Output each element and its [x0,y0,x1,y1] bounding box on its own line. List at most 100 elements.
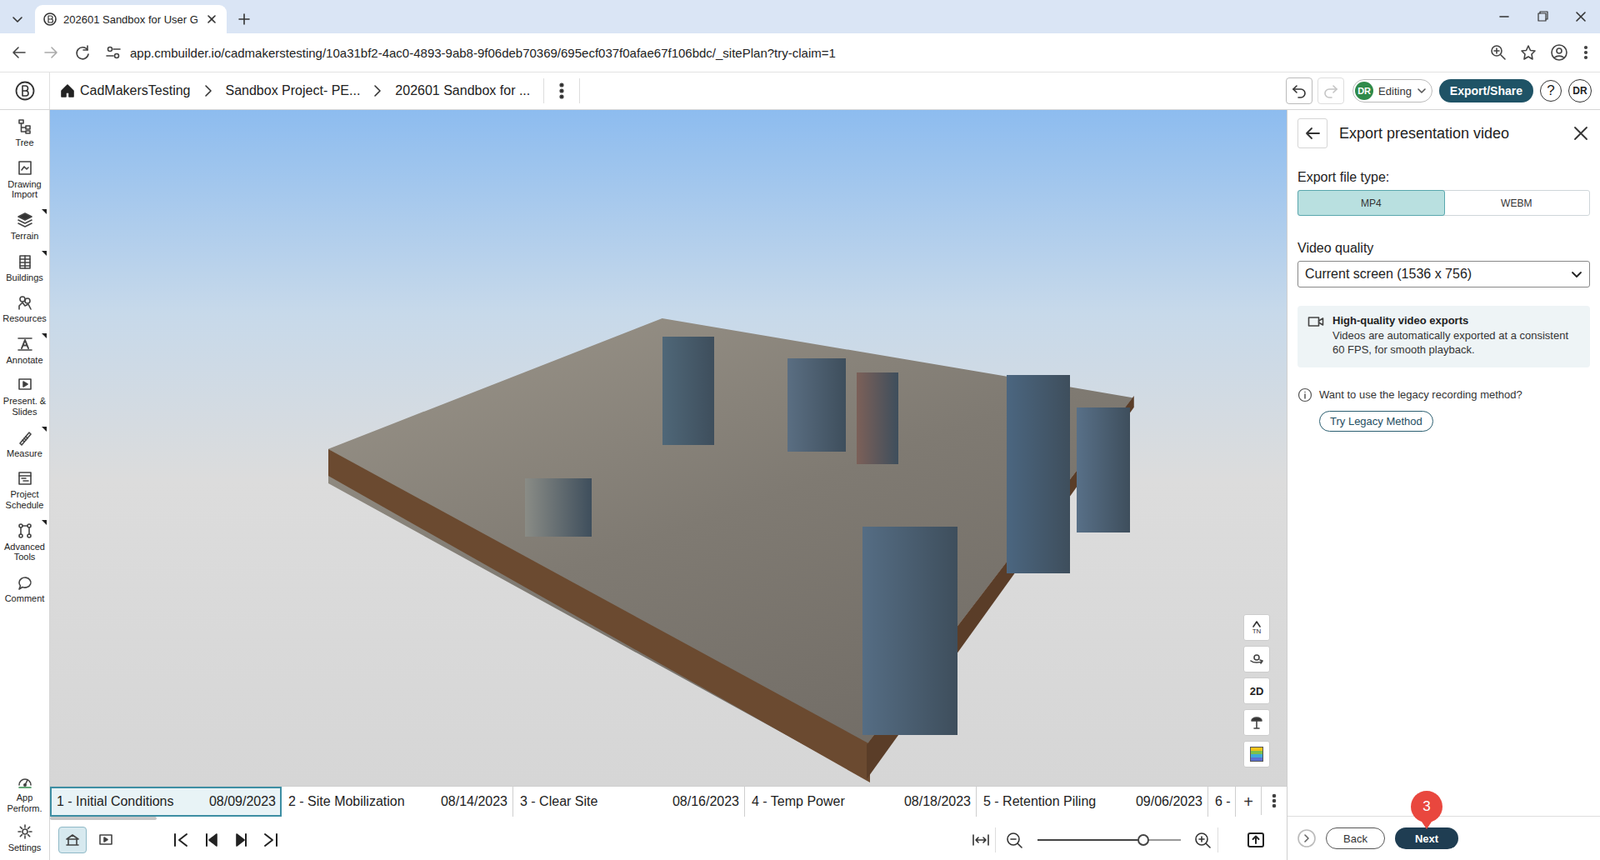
zoom-icon[interactable] [1490,44,1507,61]
2d-toggle-button[interactable]: 2D [1243,677,1270,705]
zoom-out-icon[interactable] [1000,827,1030,853]
sidebar-label: App Perform. [1,792,49,814]
sidebar-item[interactable]: Advanced Tools [0,517,50,568]
close-tab-icon[interactable] [205,12,219,26]
breadcrumb[interactable]: Sandbox Project- PE... [225,83,361,99]
view-mode-button[interactable] [58,826,87,854]
slide-tab[interactable]: 4 - Temp Power08/18/2023 [745,786,977,817]
timeline-scrollbar[interactable] [50,816,1287,820]
sidebar-label: Annotate [1,355,49,366]
sidebar-item[interactable]: Drawing Import [0,155,50,205]
sidebar-item[interactable]: Project Schedule [0,465,50,515]
file-type-option[interactable]: MP4 [1297,190,1445,216]
next-wrapper: Next3 [1395,827,1459,850]
building-shape [1076,407,1130,533]
reload-icon[interactable] [73,43,92,62]
redo-button[interactable] [1317,77,1345,105]
sidebar-item[interactable]: Resources [0,289,50,330]
sidebar-item[interactable]: Buildings [0,248,50,289]
slide-label: 1 - Initial Conditions [56,794,175,810]
file-type-option[interactable]: WEBM [1444,190,1590,215]
user-avatar[interactable]: DR [1568,79,1592,103]
sidebar-tool-icon [16,253,34,270]
minimize-icon[interactable] [1485,0,1524,34]
export-timeline-icon[interactable] [1243,827,1269,853]
fit-timeline-icon[interactable] [966,827,996,853]
breadcrumb[interactable]: CadMakersTesting [80,83,191,99]
try-legacy-button[interactable]: Try Legacy Method [1319,410,1434,432]
sidebar-label: Advanced Tools [1,541,49,563]
first-slide-icon[interactable] [168,827,194,853]
building-shape [856,372,899,465]
zoom-handle[interactable] [1137,834,1150,846]
sidebar-item[interactable]: Terrain [0,206,50,247]
3d-viewport[interactable]: TN 2D [50,110,1287,786]
back-arrow-icon[interactable] [1297,118,1328,149]
sidebar-item[interactable]: Present. & Slides [0,371,50,422]
last-slide-icon[interactable] [258,827,284,853]
menu-icon[interactable] [1581,43,1590,62]
previous-slide-icon[interactable] [198,827,224,853]
quality-dropdown[interactable]: Current screen (1536 x 756) [1297,260,1590,288]
close-window-icon[interactable] [1561,0,1600,34]
file-type-toggle: MP4WEBM [1297,190,1590,216]
panel-header: Export presentation video [1287,110,1600,157]
more-options-icon[interactable] [543,78,580,104]
sidebar-item[interactable]: App Perform. [0,768,50,819]
export-share-button[interactable]: Export/Share [1439,79,1534,103]
site-info-icon[interactable] [105,44,122,61]
sidebar-label: Tree [1,137,49,149]
slide-tab[interactable]: 1 - Initial Conditions08/09/2023 [50,786,282,817]
next-button[interactable]: Next [1395,827,1459,850]
sidebar-item[interactable]: Tree [0,113,50,154]
legend-button[interactable] [1243,740,1270,768]
app-logo-icon[interactable] [15,80,35,101]
legacy-question: Want to use the legacy recording method? [1319,388,1523,401]
help-button[interactable]: ? [1540,80,1562,102]
tab-list-icon[interactable] [5,5,30,34]
url-field[interactable]: app.cmbuilder.io/cadmakerstesting/10a31b… [130,45,1477,60]
camera-button[interactable] [1243,645,1270,673]
zoom-slider[interactable] [1037,831,1181,849]
sidebar-item[interactable]: Settings [0,818,50,859]
forward-icon[interactable] [41,43,60,62]
zoom-fill [1037,839,1144,841]
scrollbar-thumb[interactable] [50,816,157,820]
bookmark-icon[interactable] [1520,44,1537,61]
back-button[interactable]: Back [1325,827,1385,850]
browser-tab[interactable]: 202601 Sandbox for User Guid [35,5,227,34]
playback-bar [50,820,1287,860]
sun-button[interactable] [1243,709,1270,736]
sidebar-item[interactable]: Comment [0,569,50,610]
profile-icon[interactable] [1550,43,1569,62]
zoom-in-icon[interactable] [1189,827,1219,853]
sidebar-tool-icon [16,470,34,487]
restore-icon[interactable] [1523,0,1562,34]
new-tab-icon[interactable] [230,5,259,34]
slide-tab[interactable]: 2 - Site Mobilization08/14/2023 [281,786,514,817]
collapse-panel-icon[interactable] [1297,829,1316,848]
back-icon[interactable] [10,43,29,62]
slide-tab[interactable]: 6 - [1208,786,1235,817]
sidebar-item[interactable]: Annotate [0,330,50,371]
slide-tab[interactable]: 5 - Retention Piling09/06/2023 [976,786,1209,817]
compass-button[interactable]: TN [1243,614,1270,641]
undo-button[interactable] [1285,77,1313,105]
view-mode-button[interactable] [91,826,120,854]
step-marker: 3 [1410,790,1443,830]
workspace: TN 2D 1 - Initial Conditions08/09/20232 - … [50,110,1287,860]
mode-avatar: DR [1355,81,1374,100]
mode-selector[interactable]: DREditing [1352,79,1433,103]
slide-tab[interactable]: 3 - Clear Site08/16/2023 [513,786,745,817]
slide-options-icon[interactable] [1260,786,1287,815]
breadcrumb[interactable]: 202601 Sandbox for ... [395,83,530,99]
step-marker-tip [1420,819,1434,830]
sidebar-item[interactable]: Measure [0,424,50,465]
sidebar-tool-icon [16,522,34,540]
home-icon[interactable] [60,83,75,99]
play-icon[interactable] [228,827,254,853]
sidebar-label: Measure [1,448,49,460]
panel-footer: Back Next3 [1287,815,1600,860]
add-slide-button[interactable]: + [1235,786,1261,817]
close-panel-icon[interactable] [1571,124,1590,143]
